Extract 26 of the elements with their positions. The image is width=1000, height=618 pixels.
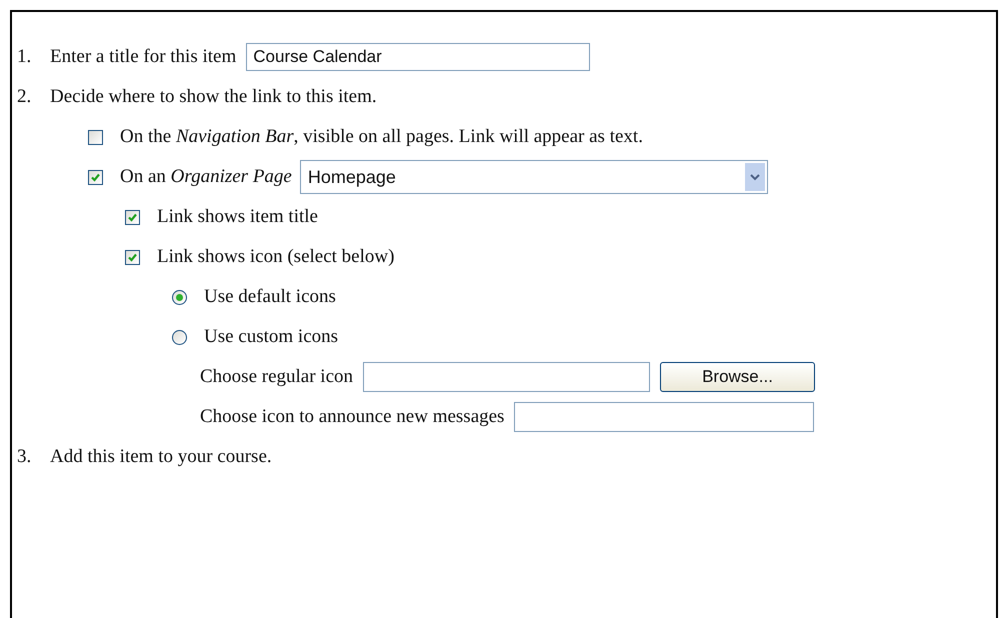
option-label: Choose regular icon	[200, 364, 354, 389]
option-label: Use default icons	[204, 284, 336, 309]
checkbox[interactable]	[125, 210, 140, 224]
option-label: On the Navigation Bar, visible on all pages. Link will appear as text.	[120, 124, 643, 149]
input-field[interactable]	[514, 402, 814, 432]
step-text: Decide where to show the link to this item.	[50, 84, 377, 109]
caret-icon	[744, 163, 765, 191]
checkbox[interactable]	[88, 130, 103, 144]
radio-button[interactable]	[172, 330, 187, 344]
option-label: On an Organizer Page	[120, 164, 292, 189]
option-label: Link shows icon (select below)	[157, 244, 394, 269]
input-field[interactable]	[363, 362, 650, 392]
browse-button[interactable]: Browse...	[660, 362, 816, 392]
option-label: Use custom icons	[204, 324, 338, 349]
step-number: 1.	[17, 44, 32, 69]
title-field[interactable]: Course Calendar	[246, 43, 590, 71]
option-label: Link shows item title	[157, 204, 318, 229]
checkbox[interactable]	[88, 170, 103, 184]
dropdown[interactable]: Homepage	[300, 160, 768, 194]
checkbox[interactable]	[125, 250, 140, 264]
step-number: 3.	[17, 444, 32, 469]
step-text: Enter a title for this item	[50, 44, 236, 69]
radio-button[interactable]	[172, 290, 187, 304]
step-text: Add this item to your course.	[50, 444, 272, 469]
step-number: 2.	[17, 84, 32, 109]
option-label: Choose icon to announce new messages	[200, 404, 504, 429]
